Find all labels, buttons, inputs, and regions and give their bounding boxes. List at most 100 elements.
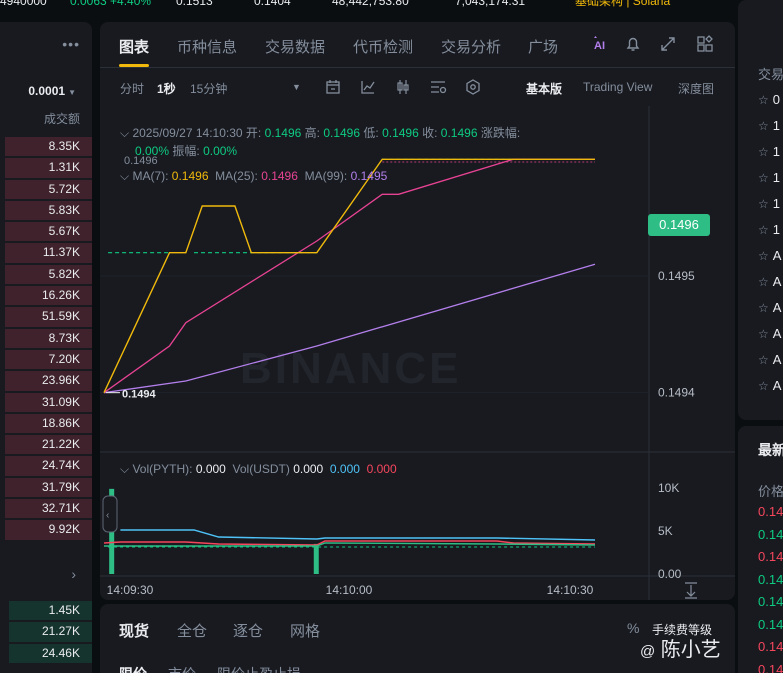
ob-sell-row[interactable]: 8.73K [0, 328, 92, 349]
star-icon[interactable]: ☆ [758, 379, 769, 393]
star-icon[interactable]: ☆ [758, 119, 769, 133]
trade-tab-grid[interactable]: 网格 [290, 620, 320, 641]
ob-amount: 16.26K [41, 288, 80, 303]
vol-chevron-icon[interactable]: ⌵ [120, 462, 129, 476]
trade-tab-spot[interactable]: 现货 [119, 620, 149, 641]
ob-sell-row[interactable]: 18.86K [0, 413, 92, 434]
ob-sell-row[interactable]: 31.79K [0, 477, 92, 498]
ob-buy-row[interactable]: 1.45K [0, 600, 92, 621]
ob-buy-row[interactable]: 21.27K [0, 621, 92, 642]
layout-icon[interactable] [695, 34, 715, 54]
indicator-icon[interactable] [359, 78, 377, 96]
trade-tab-cross[interactable]: 全仓 [177, 620, 207, 641]
star-icon[interactable]: ☆ [758, 197, 769, 211]
star-icon[interactable]: ☆ [758, 327, 769, 341]
ob-sell-row[interactable]: 21.22K [0, 434, 92, 455]
market-list-label: 交易 [758, 67, 783, 82]
market-list-panel: 交易 ☆ 0 ☆ 1 ☆ 1 ☆ 1 ☆ 1 ☆ 1 ☆ A ☆ A ☆ A ☆ A ☆ A ☆ A [738, 0, 783, 420]
ob-sell-row[interactable]: 7.20K [0, 349, 92, 370]
market-list-item[interactable]: ☆ 1 [758, 222, 780, 237]
market-list-item[interactable]: ☆ A [758, 352, 781, 367]
volume-tick-label: 5K [658, 524, 673, 538]
ob-sell-row[interactable]: 31.09K [0, 392, 92, 413]
drawing-tools-icon[interactable] [429, 78, 447, 96]
star-icon[interactable]: ☆ [758, 93, 769, 107]
ob-amount: 31.09K [41, 394, 80, 409]
expand-icon[interactable] [658, 34, 678, 54]
ob-buy-row[interactable]: 24.46K [0, 643, 92, 664]
chevron-right-icon[interactable]: › [71, 566, 76, 582]
star-icon[interactable]: ☆ [758, 249, 769, 263]
candle-icon[interactable] [394, 78, 412, 96]
ob-sell-row[interactable]: 24.74K [0, 455, 92, 476]
market-list-item[interactable]: ☆ 1 [758, 170, 780, 185]
ob-amount: 21.22K [41, 437, 80, 452]
market-list-item[interactable]: ☆ A [758, 248, 781, 263]
market-list-item[interactable]: ☆ A [758, 326, 781, 341]
ob-sell-row[interactable]: 9.92K [0, 519, 92, 540]
market-list-item[interactable]: ☆ A [758, 300, 781, 315]
bell-icon[interactable] [623, 34, 643, 54]
view-basic[interactable]: 基本版 [526, 80, 562, 97]
price-chart[interactable]: BINANCE 0.1495 0.1494 10K 5K 0.00 14:09:30 14:… [100, 106, 735, 600]
ticker-item: 0.0063 +4.40% [70, 0, 152, 8]
ob-sell-row[interactable]: 1.31K [0, 157, 92, 178]
star-icon[interactable]: ☆ [758, 171, 769, 185]
volume-tick-label: 10K [658, 481, 679, 495]
ob-sell-row[interactable]: 5.82K [0, 264, 92, 285]
ob-sell-row[interactable]: 51.59K [0, 306, 92, 327]
ob-amount: 21.27K [41, 624, 80, 639]
tab-trade-data[interactable]: 交易数据 [265, 36, 325, 57]
market-list-item[interactable]: ☆ 0 [758, 92, 780, 107]
settings-icon[interactable] [464, 78, 482, 96]
ob-sell-row[interactable]: 8.35K [0, 136, 92, 157]
star-icon[interactable]: ☆ [758, 301, 769, 315]
ob-sell-row[interactable]: 5.67K [0, 221, 92, 242]
tab-trade-analysis[interactable]: 交易分析 [441, 36, 501, 57]
tab-token-check[interactable]: 代币检测 [353, 36, 413, 57]
order-type-market[interactable]: 市价 [168, 664, 196, 673]
ai-icon[interactable]: AI [590, 34, 610, 54]
ob-amount: 31.79K [41, 479, 80, 494]
star-icon[interactable]: ☆ [758, 223, 769, 237]
calendar-icon[interactable] [324, 78, 342, 96]
market-list-item[interactable]: ☆ 1 [758, 196, 780, 211]
ma-chevron-icon[interactable]: ⌵ [120, 169, 129, 183]
ob-amount: 5.67K [48, 224, 80, 239]
last-price-tag: 0.1496 [648, 214, 710, 236]
ob-sell-row[interactable]: 32.71K [0, 498, 92, 519]
view-depth[interactable]: 深度图 [678, 80, 714, 97]
star-icon[interactable]: ☆ [758, 353, 769, 367]
interval-15m[interactable]: 15分钟 [190, 80, 227, 97]
market-list-item[interactable]: ☆ 1 [758, 118, 780, 133]
recent-trades-title: 最新 [758, 442, 783, 458]
market-list-item[interactable]: ☆ A [758, 378, 781, 393]
more-icon[interactable]: ••• [62, 36, 80, 52]
ob-sell-row[interactable]: 5.72K [0, 179, 92, 200]
ob-sell-row[interactable]: 11.37K [0, 242, 92, 263]
percent-icon[interactable]: % [627, 620, 639, 636]
tab-chart[interactable]: 图表 [119, 36, 149, 57]
ob-sell-row[interactable]: 16.26K [0, 285, 92, 306]
precision-select[interactable]: 0.0001 ▼ [28, 84, 76, 98]
order-type-stop[interactable]: 限价止盈止损 [217, 664, 301, 673]
interval-dropdown-icon[interactable]: ▼ [292, 82, 301, 92]
order-type-limit[interactable]: 限价 [119, 664, 147, 673]
interval-1s[interactable]: 1秒 [157, 80, 176, 97]
auto-scale-icon[interactable] [685, 582, 697, 599]
star-icon[interactable]: ☆ [758, 275, 769, 289]
tab-square[interactable]: 广场 [528, 36, 558, 57]
market-symbol: A [772, 378, 782, 393]
ob-amount: 5.82K [48, 266, 80, 281]
legend-chevron-icon[interactable]: ⌵ [120, 126, 129, 140]
view-tradingview[interactable]: Trading View [583, 80, 652, 94]
ob-amount: 23.96K [41, 373, 80, 388]
market-list-item[interactable]: ☆ 1 [758, 144, 780, 159]
market-list-item[interactable]: ☆ A [758, 274, 781, 289]
star-icon[interactable]: ☆ [758, 145, 769, 159]
trade-tab-isolated[interactable]: 逐仓 [233, 620, 263, 641]
ob-sell-row[interactable]: 5.83K [0, 200, 92, 221]
ob-sell-row[interactable]: 23.96K [0, 370, 92, 391]
tab-coin-info[interactable]: 币种信息 [177, 36, 237, 57]
interval-timeline[interactable]: 分时 [120, 80, 144, 97]
